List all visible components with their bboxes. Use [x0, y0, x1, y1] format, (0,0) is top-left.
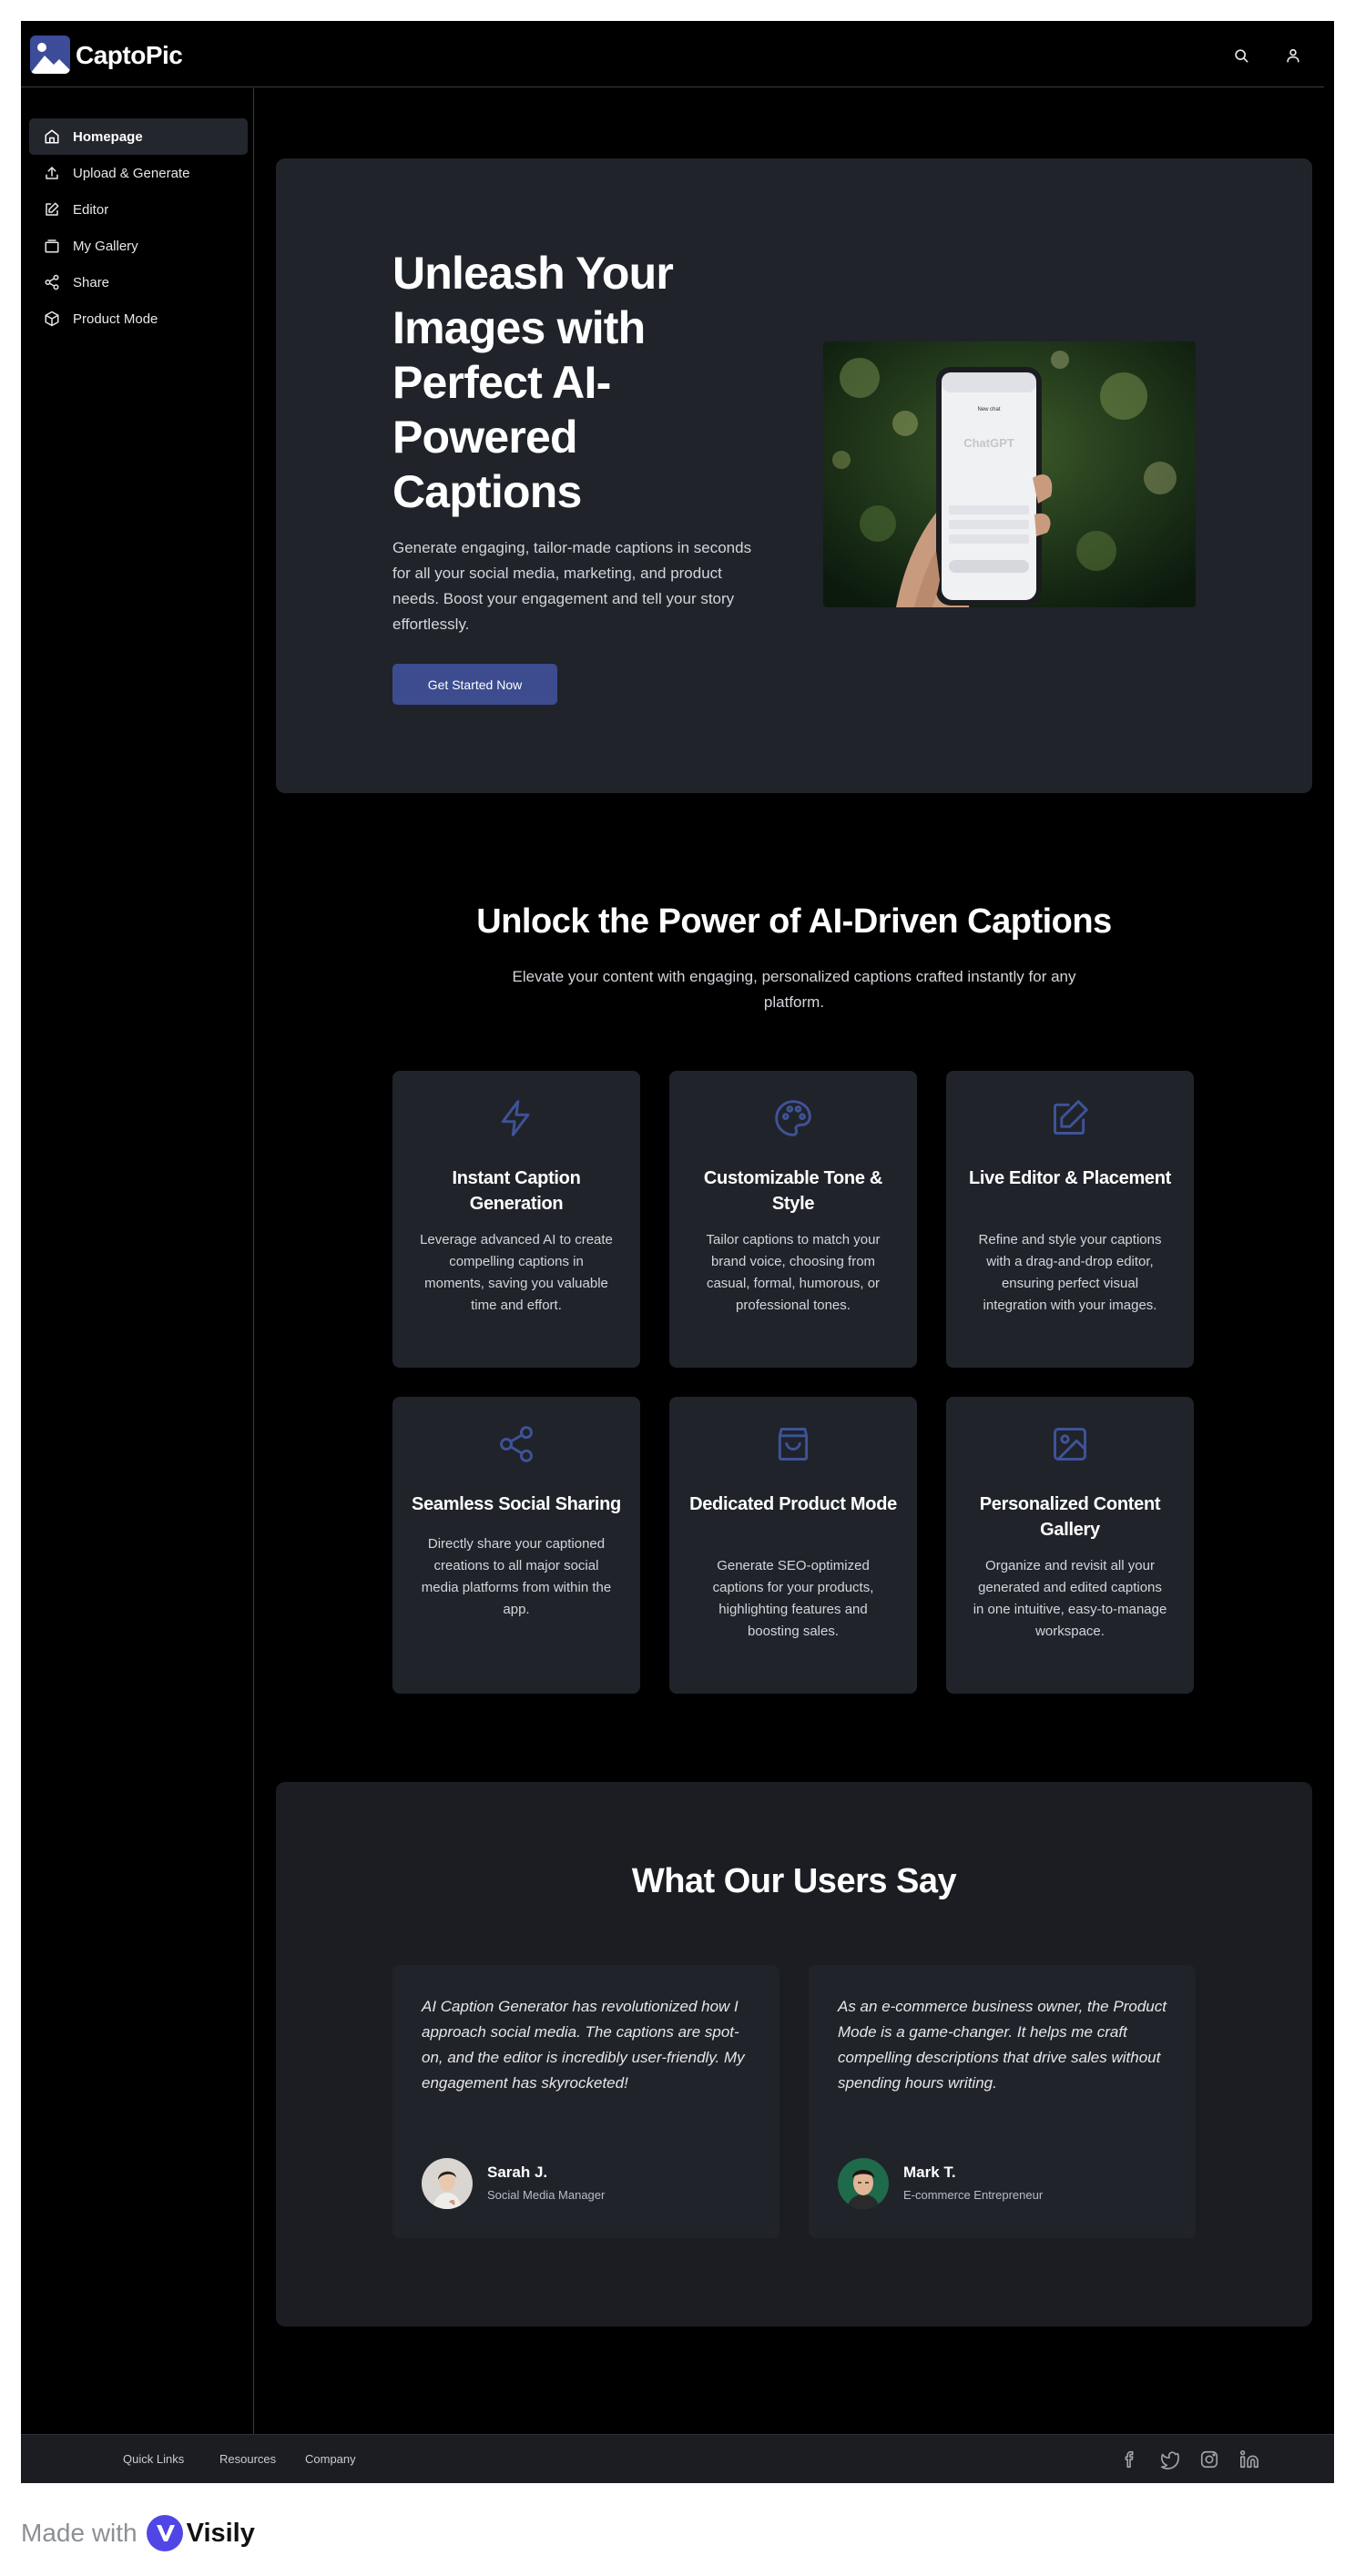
top-header: CaptoPic [21, 21, 1324, 87]
feature-card: Customizable Tone & Style Tailor caption… [669, 1071, 917, 1368]
edit-square-icon [1054, 1100, 1088, 1135]
features-title: Unlock the Power of AI-Driven Captions [476, 902, 1112, 941]
phone-screen-header: New chat [977, 407, 1000, 412]
gallery-icon [45, 239, 59, 253]
edit-icon [46, 202, 59, 216]
feature-description: Refine and style your captions with a dr… [978, 1232, 1162, 1313]
brand-logo-icon[interactable] [30, 36, 70, 74]
feature-description: Tailor captions to match your brand voic… [706, 1232, 881, 1313]
hero-title: Unleash Your Images with Perfect AI-Powe… [392, 248, 674, 517]
feature-card: Personalized Content Gallery Organize an… [946, 1397, 1194, 1694]
sidebar-item-upload-generate[interactable]: Upload & Generate [29, 155, 248, 191]
testimonial-name: Sarah J. [487, 2164, 548, 2181]
feature-description: Generate SEO-optimized captions for your… [712, 1558, 874, 1639]
lightning-icon [501, 1100, 530, 1136]
made-with-label: Made with [21, 2519, 138, 2547]
brand-name[interactable]: CaptoPic [76, 41, 183, 70]
sidebar-item-editor[interactable]: Editor [29, 191, 248, 228]
testimonial-card: AI Caption Generator has revolutionized … [392, 1965, 779, 2238]
box-icon [45, 311, 59, 327]
share-icon [500, 1426, 533, 1462]
footer-link-resources[interactable]: Resources [219, 2452, 276, 2466]
visily-name: Visily [186, 2518, 255, 2548]
sidebar-item-label: My Gallery [73, 238, 138, 254]
avatar [422, 2158, 473, 2209]
sidebar-item-my-gallery[interactable]: My Gallery [29, 228, 248, 264]
get-started-button[interactable]: Get Started Now [392, 664, 557, 705]
hero-image: New chat ChatGPT [823, 341, 1196, 607]
testimonial-role: Social Media Manager [487, 2188, 606, 2202]
sidebar-item-label: Share [73, 274, 110, 290]
sidebar: Homepage Upload & Generate Editor My Gal… [21, 88, 254, 2438]
made-with-badge[interactable]: Made with Visily [21, 2513, 255, 2553]
testimonials-section: What Our Users Say AI Caption Generator … [276, 1782, 1312, 2327]
feature-card: Live Editor & Placement Refine and style… [946, 1071, 1194, 1368]
upload-icon [46, 167, 58, 179]
hero-description: Generate engaging, tailor-made captions … [392, 539, 752, 633]
feature-title: Personalized Content Gallery [979, 1494, 1161, 1540]
image-icon [1054, 1428, 1086, 1461]
user-icon[interactable] [1284, 46, 1302, 65]
home-icon [45, 129, 59, 144]
feature-title: Dedicated Product Mode [689, 1494, 897, 1514]
share-icon [45, 274, 59, 290]
sidebar-item-label: Upload & Generate [73, 165, 190, 181]
sidebar-item-product-mode[interactable]: Product Mode [29, 300, 248, 337]
sidebar-item-share[interactable]: Share [29, 264, 248, 300]
feature-title: Instant Caption Generation [452, 1168, 581, 1214]
testimonial-quote: AI Caption Generator has revolutionized … [422, 1998, 745, 2092]
footer-link-company[interactable]: Company [305, 2452, 356, 2466]
footer-link-quick-links[interactable]: Quick Links [123, 2452, 184, 2466]
features-subtitle: Elevate your content with engaging, pers… [512, 968, 1076, 1011]
feature-card: Instant Caption Generation Leverage adva… [392, 1071, 640, 1368]
app-window: CaptoPic Homepage Upload & Generate Edit… [21, 21, 1334, 2483]
feature-card: Seamless Social Sharing Directly share y… [392, 1397, 640, 1694]
feature-description: Directly share your captioned creations … [421, 1536, 612, 1617]
sidebar-item-label: Homepage [73, 128, 143, 145]
search-icon[interactable] [1232, 46, 1250, 65]
testimonial-quote: As an e-commerce business owner, the Pro… [838, 1998, 1167, 2092]
feature-description: Leverage advanced AI to create compellin… [420, 1232, 613, 1313]
testimonials-title: What Our Users Say [631, 1862, 957, 1900]
visily-logo-icon [146, 2515, 183, 2551]
feature-title: Live Editor & Placement [968, 1168, 1172, 1188]
sidebar-item-label: Product Mode [73, 311, 158, 327]
feature-title: Customizable Tone & Style [703, 1168, 883, 1214]
avatar [838, 2158, 889, 2209]
instagram-icon[interactable] [1199, 2449, 1219, 2469]
feature-title: Seamless Social Sharing [412, 1494, 621, 1514]
sidebar-item-label: Editor [73, 201, 109, 218]
feature-card: Dedicated Product Mode Generate SEO-opti… [669, 1397, 917, 1694]
facebook-icon[interactable] [1120, 2449, 1140, 2469]
linkedin-icon[interactable] [1239, 2449, 1259, 2469]
shopping-bag-icon [778, 1428, 809, 1461]
testimonial-role: E-commerce Entrepreneur [903, 2188, 1044, 2202]
testimonial-name: Mark T. [903, 2164, 956, 2181]
testimonial-card: As an e-commerce business owner, the Pro… [809, 1965, 1196, 2238]
feature-description: Organize and revisit all your generated … [973, 1558, 1167, 1639]
phone-screen-brand: ChatGPT [963, 436, 1014, 450]
footer: Quick Links Resources Company [21, 2434, 1334, 2483]
palette-icon [775, 1100, 811, 1136]
hero-section: Unleash Your Images with Perfect AI-Powe… [276, 158, 1312, 793]
twitter-icon[interactable] [1159, 2449, 1179, 2469]
sidebar-item-homepage[interactable]: Homepage [29, 118, 248, 155]
